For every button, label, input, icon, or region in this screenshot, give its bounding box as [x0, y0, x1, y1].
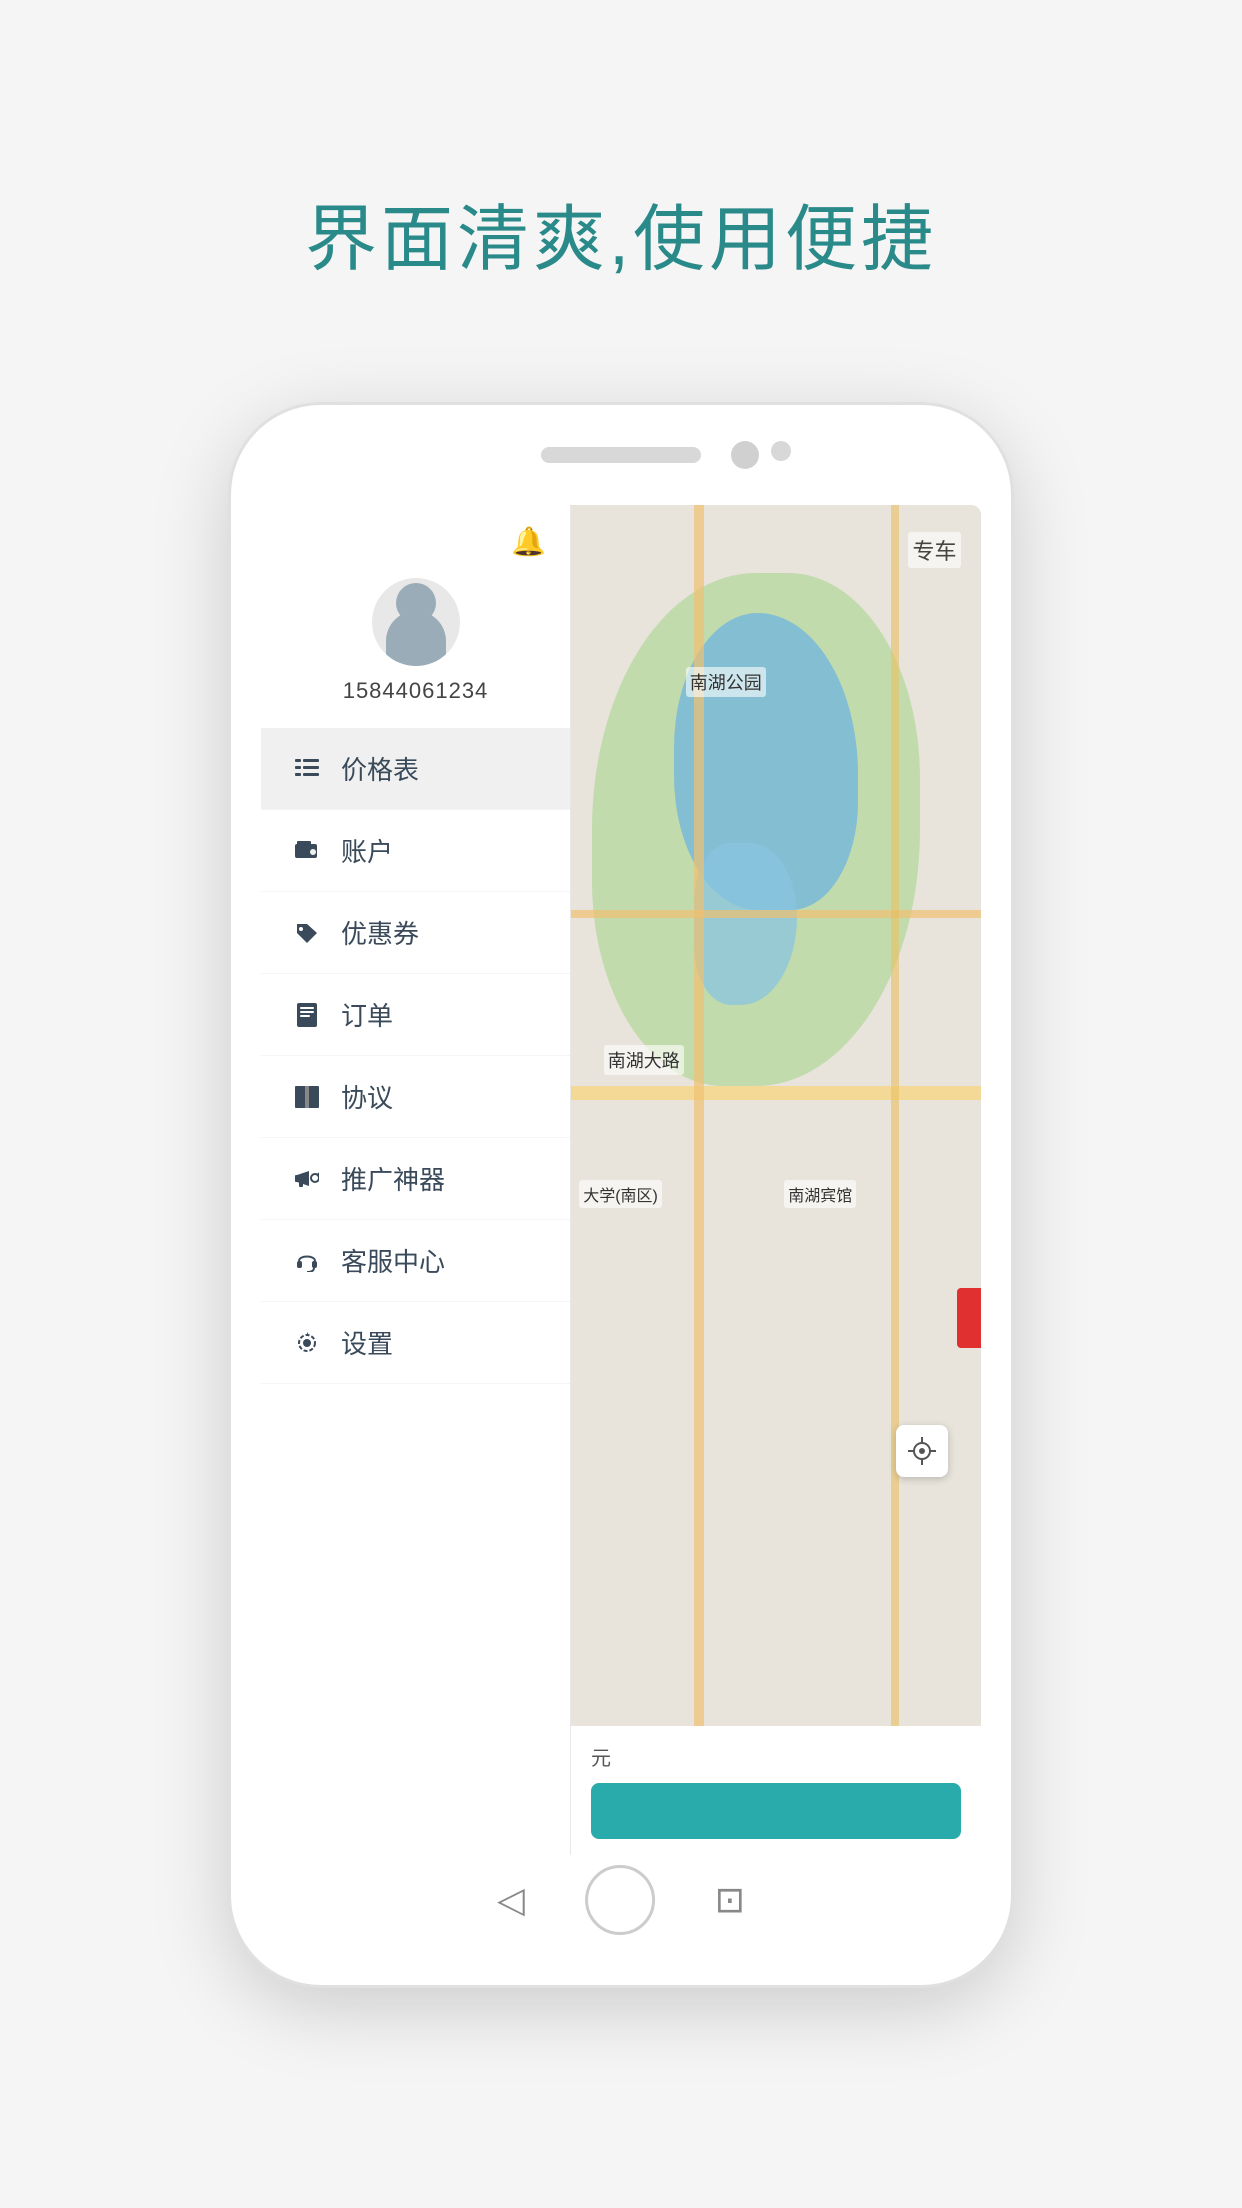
menu-label-promote: 推广神器: [341, 1160, 445, 1197]
avatar-body: [386, 611, 446, 666]
avatar-section: 15844061234: [261, 568, 570, 728]
receipt-icon: [289, 1003, 325, 1027]
menu-item-promote[interactable]: 推广神器: [261, 1138, 570, 1220]
map-label-road: 南湖大路: [604, 1045, 684, 1075]
phone-camera: [731, 441, 759, 469]
map-area[interactable]: 南湖公园 南湖大路 大学(南区) 南湖宾馆 专车 元: [571, 505, 981, 1855]
gear-icon: [289, 1332, 325, 1354]
fare-text: 元: [591, 1742, 961, 1771]
book-icon: [289, 1086, 325, 1108]
phone-screen: 🔔 15844061234: [261, 505, 981, 1855]
menu-nav-btn[interactable]: ⊡: [715, 1879, 745, 1921]
list-icon: [289, 759, 325, 779]
avatar-head: [396, 583, 436, 623]
menu-label-settings: 设置: [341, 1324, 393, 1361]
menu-label-agreement: 协议: [341, 1078, 393, 1115]
menu-label-service: 客服中心: [341, 1242, 445, 1279]
avatar-phone-number: 15844061234: [343, 678, 489, 704]
phone-camera2: [771, 441, 791, 461]
drawer-panel: 🔔 15844061234: [261, 505, 571, 1855]
map-label-park: 南湖公园: [686, 667, 766, 697]
phone-home-bar: ◁ ⊡: [497, 1865, 745, 1935]
map-label-university: 大学(南区): [579, 1180, 662, 1208]
menu-item-agreement[interactable]: 协议: [261, 1056, 570, 1138]
menu-list: 价格表 账户: [261, 728, 570, 1855]
fare-button[interactable]: [591, 1783, 961, 1839]
map-label-hotel: 南湖宾馆: [784, 1180, 856, 1208]
fare-panel: 元: [571, 1726, 981, 1855]
headset-icon: [289, 1250, 325, 1272]
menu-label-coupon: 优惠券: [341, 914, 419, 951]
phone-mockup: 🔔 15844061234: [231, 405, 1011, 1985]
tag-icon: [289, 922, 325, 944]
bell-icon[interactable]: 🔔: [511, 525, 546, 558]
back-nav-btn[interactable]: ◁: [497, 1879, 525, 1921]
menu-item-price-list[interactable]: 价格表: [261, 728, 570, 810]
menu-item-service[interactable]: 客服中心: [261, 1220, 570, 1302]
menu-item-coupon[interactable]: 优惠券: [261, 892, 570, 974]
map-road-vertical-2: [891, 505, 899, 1855]
menu-item-account[interactable]: 账户: [261, 810, 570, 892]
map-road-horizontal-1: [571, 1086, 981, 1100]
location-button[interactable]: [896, 1425, 948, 1477]
map-label-zhuanche: 专车: [908, 532, 960, 568]
menu-label-order: 订单: [341, 996, 393, 1033]
megaphone-icon: [289, 1168, 325, 1190]
map-road-vertical-1: [694, 505, 704, 1855]
red-accent: [957, 1288, 981, 1348]
wallet-icon: [289, 841, 325, 861]
menu-label-price-list: 价格表: [341, 750, 419, 787]
home-nav-btn[interactable]: [585, 1865, 655, 1935]
menu-item-settings[interactable]: 设置: [261, 1302, 570, 1384]
page-title: 界面清爽,使用便捷: [305, 180, 937, 285]
avatar[interactable]: [372, 578, 460, 666]
map-road-horizontal-2: [571, 910, 981, 918]
menu-item-order[interactable]: 订单: [261, 974, 570, 1056]
phone-speaker: [541, 447, 701, 463]
menu-label-account: 账户: [341, 832, 393, 869]
drawer-header: 🔔: [261, 505, 570, 568]
